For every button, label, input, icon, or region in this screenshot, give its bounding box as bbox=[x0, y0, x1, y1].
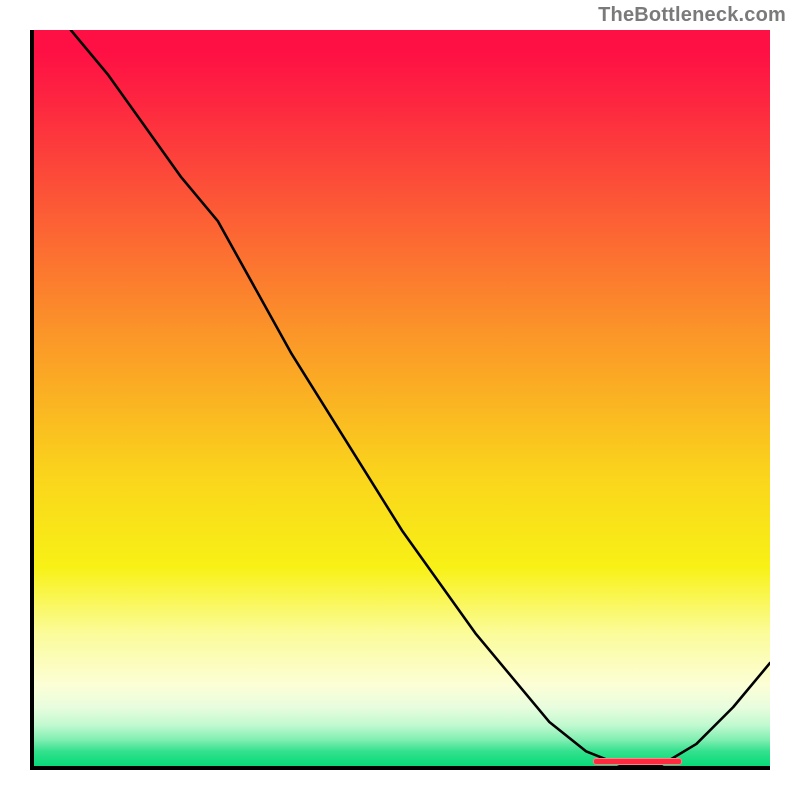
bottleneck-curve bbox=[34, 30, 770, 766]
optimal-range-marker bbox=[593, 758, 681, 765]
chart-container: TheBottleneck.com bbox=[0, 0, 800, 800]
plot-area bbox=[30, 30, 770, 770]
watermark: TheBottleneck.com bbox=[598, 4, 786, 27]
